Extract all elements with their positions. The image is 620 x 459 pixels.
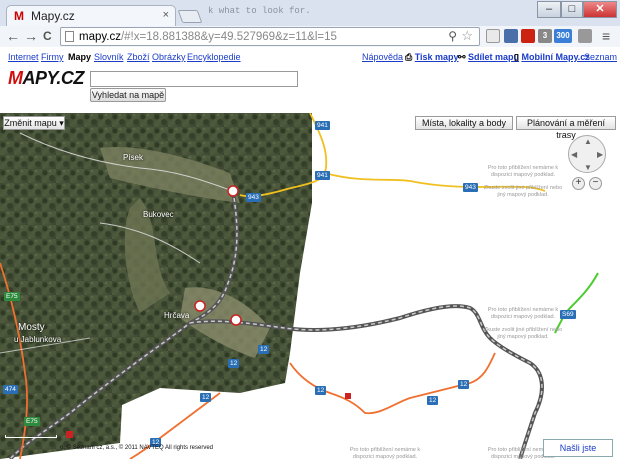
road-shield: 12 — [315, 386, 327, 395]
place-label-pisek: Písek — [123, 153, 144, 162]
road-shield: 12 — [427, 396, 439, 405]
nav-firmy[interactable]: Firmy — [41, 52, 64, 62]
nav-encyklopedie[interactable]: Encyklopedie — [187, 52, 241, 62]
no-data-hint: Zkuste zvolit jiné přiblížení nebo jiný … — [483, 327, 563, 340]
extension-page-icon[interactable] — [486, 29, 500, 43]
nav-obrazky[interactable]: Obrázky — [152, 52, 186, 62]
close-window-button[interactable]: ✕ — [583, 1, 617, 18]
browser-tab[interactable]: M Mapy.cz × — [6, 5, 176, 26]
forward-icon[interactable]: → — [24, 28, 38, 44]
site-header: Internet Firmy Mapy Slovník Zboží Obrázk… — [0, 47, 620, 113]
help-link[interactable]: Nápověda — [362, 52, 403, 62]
place-label-jablunkov: u Jablunkova — [14, 335, 62, 344]
reload-icon[interactable]: C — [43, 28, 52, 44]
map-view[interactable]: Změnit mapu ▾ Místa, lokality a body Plá… — [0, 113, 620, 459]
tab-close-icon[interactable]: × — [163, 9, 169, 21]
report-error-button[interactable]: Našli jste chybu? — [543, 439, 613, 457]
browser-chrome: M Mapy.cz × k what to look for. – □ ✕ ← … — [0, 0, 620, 47]
share-link[interactable]: ⚯ Sdílet mapu — [458, 52, 519, 63]
nav-slovnik[interactable]: Slovník — [94, 52, 124, 62]
extension-counter-icon[interactable]: 300 — [554, 29, 572, 43]
nav-internet[interactable]: Internet — [8, 52, 39, 62]
extension-puzzle-icon[interactable] — [504, 29, 518, 43]
places-button[interactable]: Místa, lokality a body — [415, 116, 513, 130]
minimize-button[interactable]: – — [537, 1, 561, 18]
mapy-favicon-icon: M — [14, 9, 24, 23]
mapy-logo[interactable]: MAPY.CZ — [8, 68, 84, 89]
road-shield: 474 — [3, 385, 18, 394]
search-input[interactable] — [90, 71, 298, 87]
bookmark-star-icon[interactable]: ☆ — [461, 28, 473, 44]
place-label-mosty: Mosty — [18, 322, 45, 333]
new-tab-button[interactable] — [177, 10, 203, 23]
extension-badge-icon[interactable]: 3 — [538, 29, 552, 43]
menu-icon[interactable]: ≡ — [602, 28, 610, 44]
road-shield: 941 — [315, 121, 330, 130]
maximize-button[interactable]: □ — [561, 1, 583, 18]
seznam-link[interactable]: Seznam — [584, 52, 617, 62]
address-bar[interactable]: mapy.cz/#!x=18.881388&y=49.527969&z=11&l… — [60, 27, 480, 46]
pan-up-icon[interactable]: ▲ — [584, 137, 592, 146]
zoom-in-button[interactable]: + — [572, 177, 585, 190]
road-shield: 12 — [228, 359, 240, 368]
extension-stop-icon[interactable] — [521, 29, 535, 43]
nav-zbozi[interactable]: Zboží — [127, 52, 150, 62]
mobile-link[interactable]: ▯ Mobilní Mapy.cz — [514, 52, 590, 63]
pan-control[interactable]: ▲ ▼ ◀ ▶ — [568, 135, 606, 173]
tab-title: Mapy.cz — [31, 9, 75, 23]
url-text: mapy.cz/#!x=18.881388&y=49.527969&z=11&l… — [79, 31, 337, 43]
road-shield: E75 — [24, 417, 40, 426]
road-shield: 12 — [200, 393, 212, 402]
search-map-button[interactable]: Vyhledat na mapě — [90, 88, 166, 102]
road-shield: 12 — [458, 380, 470, 389]
no-data-notice: Pro toto přiblížení nemáme k dispozici m… — [487, 307, 559, 320]
map-copyright: o, © Seznam cz, a.s., © 2011 NAVTEQ All … — [60, 445, 214, 451]
back-icon[interactable]: ← — [6, 28, 20, 44]
place-label-bukovec: Bukovec — [143, 210, 174, 219]
road-shield: S69 — [560, 310, 576, 319]
page-icon — [65, 31, 74, 42]
pan-down-icon[interactable]: ▼ — [584, 163, 592, 172]
search-icon[interactable]: ⚲ — [448, 29, 457, 43]
background-overlay-text: k what to look for. — [208, 6, 311, 16]
road-shield: 12 — [258, 345, 270, 354]
road-shield: E75 — [4, 292, 20, 301]
pan-right-icon[interactable]: ▶ — [597, 150, 603, 159]
road-shield: 943 — [246, 193, 261, 202]
pan-left-icon[interactable]: ◀ — [571, 150, 577, 159]
change-map-button[interactable]: Změnit mapu ▾ — [3, 116, 65, 130]
road-shield: 941 — [315, 171, 330, 180]
print-link[interactable]: ⎙ Tisk mapy — [405, 52, 459, 63]
browser-toolbar: ← → C mapy.cz/#!x=18.881388&y=49.527969&… — [0, 26, 620, 47]
no-data-notice: Pro toto přiblížení nemáme k dispozici m… — [487, 165, 559, 178]
scale-bar — [5, 435, 57, 438]
nav-mapy: Mapy — [68, 52, 92, 62]
no-data-hint: Zkuste zvolit jiné přiblížení nebo jiný … — [483, 185, 563, 198]
zoom-out-button[interactable]: − — [589, 177, 602, 190]
place-label-hrcava: Hrčava — [164, 311, 190, 320]
routes-button[interactable]: Plánování a měření trasy — [516, 116, 616, 140]
road-shield: 943 — [463, 183, 478, 192]
no-data-notice: Pro toto přiblížení nemáme k dispozici m… — [349, 447, 421, 459]
extension-person-icon[interactable] — [578, 29, 592, 43]
